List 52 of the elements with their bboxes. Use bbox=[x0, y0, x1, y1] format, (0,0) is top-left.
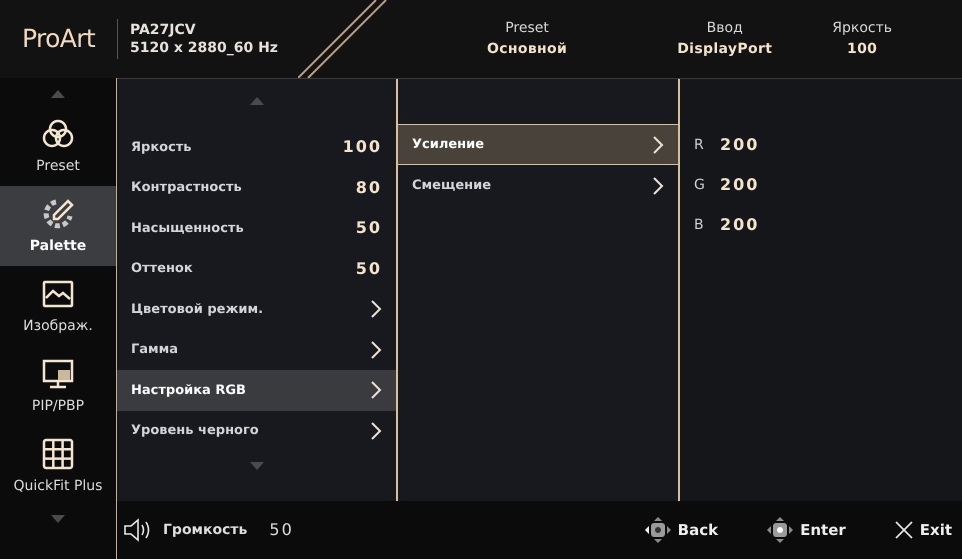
setting-value: 80 bbox=[356, 176, 382, 199]
scroll-up-icon[interactable] bbox=[250, 97, 264, 105]
channel-label: B bbox=[694, 216, 705, 234]
submenu-item[interactable]: Усиление bbox=[398, 124, 678, 165]
chevron-right-icon bbox=[370, 299, 382, 320]
footer-action[interactable]: Exit bbox=[894, 518, 952, 542]
status-label: Preset bbox=[505, 19, 549, 38]
sidebar-item[interactable]: Preset bbox=[0, 106, 116, 186]
menu-item[interactable]: Настройка RGB bbox=[117, 370, 396, 410]
menu-item[interactable]: Цветовой режим. bbox=[117, 289, 396, 330]
channel-value: 200 bbox=[720, 134, 760, 156]
status-label: Яркость bbox=[832, 19, 892, 38]
sidebar-item[interactable]: Palette bbox=[0, 186, 116, 266]
scroll-up-icon[interactable] bbox=[51, 90, 65, 98]
dpad-press-icon bbox=[766, 516, 794, 544]
channel-value: 200 bbox=[720, 174, 760, 196]
chevron-right-icon bbox=[652, 134, 664, 154]
model-name: PA27JCV bbox=[130, 21, 197, 39]
scroll-down-icon[interactable] bbox=[51, 515, 65, 523]
logo: ProArt bbox=[22, 23, 96, 56]
setting-value: 50 bbox=[356, 258, 382, 280]
sidebar-item[interactable]: PIP/PBP bbox=[0, 346, 116, 426]
setting-value: 100 bbox=[342, 136, 382, 158]
menu-item[interactable]: Насыщенность 50 bbox=[117, 208, 396, 248]
channel-value: 200 bbox=[720, 214, 760, 236]
volume-value: 50 bbox=[269, 519, 294, 541]
sidebar-item[interactable]: QuickFit Plus bbox=[0, 426, 116, 506]
menu-item[interactable]: Яркость 100 bbox=[117, 127, 396, 168]
chevron-right-icon bbox=[370, 420, 382, 441]
channel-label: G bbox=[694, 176, 706, 194]
status-value: DisplayPort bbox=[677, 40, 772, 59]
chevron-right-icon bbox=[370, 340, 382, 360]
scroll-down-icon[interactable] bbox=[250, 462, 264, 470]
channel-label: R bbox=[694, 136, 705, 154]
volume-label: Громкость bbox=[163, 520, 248, 540]
status-value: Основной bbox=[486, 40, 568, 59]
chevron-right-icon bbox=[652, 176, 664, 196]
footer-action[interactable]: Enter bbox=[766, 516, 846, 544]
submenu-item[interactable]: Смещение bbox=[398, 165, 678, 206]
menu-item[interactable]: Уровень черного bbox=[117, 410, 396, 451]
close-icon bbox=[894, 520, 914, 540]
chevron-right-icon bbox=[370, 380, 382, 400]
menu-item[interactable]: Гамма bbox=[117, 330, 396, 370]
sidebar-item[interactable]: Изображ. bbox=[0, 266, 116, 346]
status-label: Ввод bbox=[706, 19, 743, 38]
status-value: 100 bbox=[846, 40, 878, 59]
resolution-text: 5120 x 2880_60 Hz bbox=[130, 39, 279, 57]
setting-value: 50 bbox=[356, 217, 382, 240]
menu-item[interactable]: Контрастность 80 bbox=[117, 168, 396, 208]
footer-action[interactable]: Back bbox=[644, 516, 718, 544]
menu-item[interactable]: Оттенок 50 bbox=[117, 248, 396, 289]
dpad-left-icon bbox=[644, 516, 672, 544]
